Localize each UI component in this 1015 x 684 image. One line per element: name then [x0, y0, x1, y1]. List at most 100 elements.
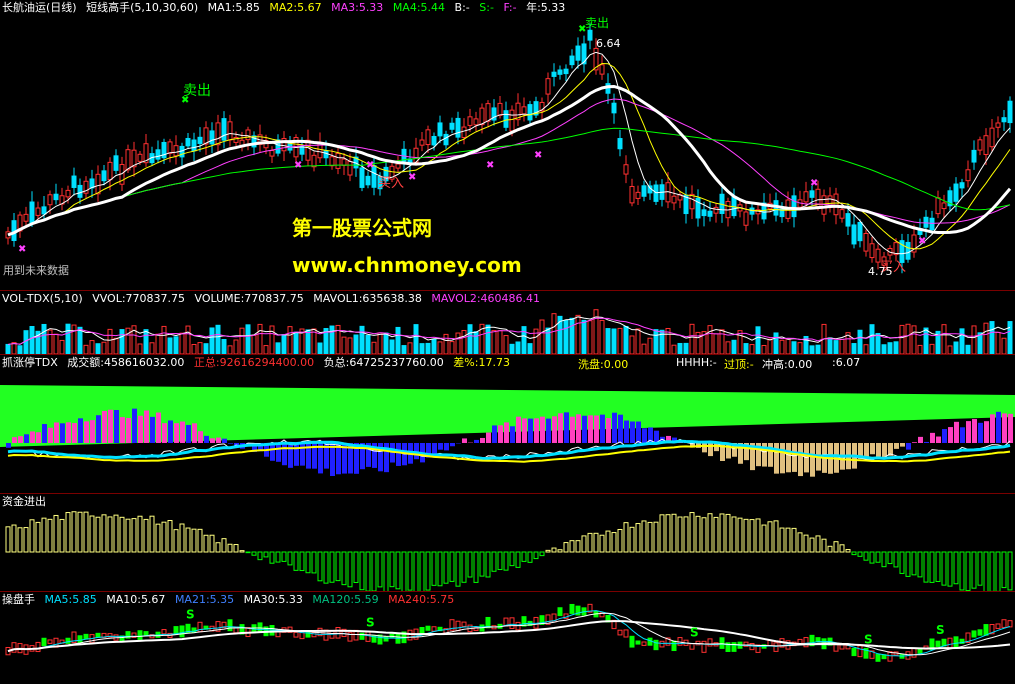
volume-bar — [59, 339, 65, 354]
volume-bar — [209, 327, 215, 354]
fund-bar — [107, 516, 113, 553]
volume-bar — [797, 342, 803, 354]
fund-bar — [77, 511, 83, 553]
zt-bar — [972, 419, 977, 443]
volume-bar — [971, 325, 977, 354]
volume-bar — [287, 326, 293, 354]
zt-bar — [474, 439, 479, 443]
zt-bar — [618, 414, 623, 443]
fund-bar — [767, 521, 773, 553]
volume-bar — [275, 342, 281, 354]
volume-bar — [437, 341, 443, 354]
candle-body — [77, 184, 83, 198]
fund-bar — [713, 516, 719, 553]
candle-body — [107, 161, 113, 181]
candle-body — [971, 149, 977, 163]
limit-up-panel[interactable]: 抓涨停TDX 成交额:458616032.00 正总:92616294400.0… — [0, 355, 1015, 493]
volume-bar — [179, 332, 185, 354]
zt-bar — [18, 436, 23, 443]
zt-bar — [594, 415, 599, 443]
zt-title: 抓涨停TDX — [2, 356, 58, 369]
candle-body — [347, 161, 353, 176]
volume-bar — [677, 342, 683, 354]
candle-body — [905, 241, 911, 260]
fund-bar — [419, 551, 425, 591]
op-candle — [623, 629, 629, 638]
fund-flow-panel[interactable]: 资金进出 — [0, 494, 1015, 591]
fund-bar — [353, 551, 359, 583]
zt-bar — [480, 437, 485, 443]
zt-bar — [900, 443, 905, 447]
volume-bar — [101, 341, 107, 354]
zt-bar — [438, 443, 443, 450]
volume-panel[interactable]: VOL-TDX(5,10) VVOL:770837.75 VOLUME:7708… — [0, 291, 1015, 354]
main-chart-panel[interactable]: ✖ ✖ ✖ ✖ ✖ ✖ ✖ ✖ ✖ ✖ 长航油运(日线) 短线高手(5,10,30,60) MA1… — [0, 0, 1015, 290]
candle-body — [995, 122, 1001, 128]
candle-body — [29, 201, 35, 224]
zt-bar — [396, 443, 401, 466]
b-readout: B:- — [454, 1, 470, 14]
fund-bar — [197, 528, 203, 553]
fund-bar — [245, 551, 251, 554]
fund-bar — [737, 517, 743, 553]
candle-body — [89, 178, 95, 189]
indicator-name: 短线高手(5,10,30,60) — [86, 1, 199, 14]
candle-body — [953, 183, 959, 202]
volume-bar — [113, 337, 119, 354]
fund-bar — [221, 538, 227, 553]
candle-body — [707, 210, 713, 217]
volume-bar — [461, 329, 467, 354]
volume-bar — [467, 324, 473, 354]
zt-bar — [768, 443, 773, 467]
candle-body — [503, 110, 509, 128]
op-candle — [941, 638, 947, 647]
volume-bar — [893, 341, 899, 354]
volume-bar — [563, 319, 569, 354]
zt-bar — [798, 443, 803, 477]
volume-bar — [641, 343, 647, 354]
op-candle — [833, 643, 839, 652]
fund-bar — [257, 551, 263, 561]
zt-bar — [516, 416, 521, 443]
watermark-url: www.chnmoney.com — [292, 253, 522, 277]
volume-bar — [455, 332, 461, 354]
fund-bar — [29, 519, 35, 553]
operator-panel[interactable]: S S S S S 操盘手 MA5:5.85 MA10:5.67 MA21:5.35 M… — [0, 592, 1015, 684]
fund-bar — [209, 534, 215, 553]
zt-bar — [30, 431, 35, 443]
fund-bar — [857, 551, 863, 557]
fund-bar — [695, 515, 701, 553]
volume-bar — [341, 336, 347, 354]
fund-bar — [611, 532, 617, 553]
candle-body — [689, 193, 695, 210]
zt-bar — [186, 424, 191, 443]
zt-bar — [534, 418, 539, 443]
zt-bar — [576, 414, 581, 443]
fund-bar — [965, 551, 971, 591]
candle-body — [803, 191, 809, 203]
zt-bar — [270, 443, 275, 461]
candle-body — [671, 195, 677, 204]
op-candle — [701, 640, 707, 653]
candle-body — [629, 186, 635, 204]
candle-body — [35, 207, 41, 216]
fund-bar — [443, 551, 449, 584]
fund-bar — [983, 551, 989, 591]
fund-bar — [551, 547, 557, 553]
op-candle — [47, 639, 53, 644]
volume-bar — [263, 345, 269, 354]
op-candle — [659, 640, 665, 648]
volume-bar — [77, 326, 83, 354]
fund-bar — [911, 551, 917, 576]
fund-bar — [281, 551, 287, 562]
volume-bar — [389, 339, 395, 354]
zt-bar — [126, 417, 131, 443]
fund-bar — [671, 513, 677, 553]
zt-bar — [72, 423, 77, 443]
fund-bar — [455, 551, 461, 587]
volume-bar — [1001, 337, 1007, 354]
mavol1-readout: MAVOL1:635638.38 — [313, 292, 422, 305]
fund-bar — [899, 551, 905, 574]
zt-bar — [174, 423, 179, 443]
x-marker: ✖ — [294, 160, 302, 171]
